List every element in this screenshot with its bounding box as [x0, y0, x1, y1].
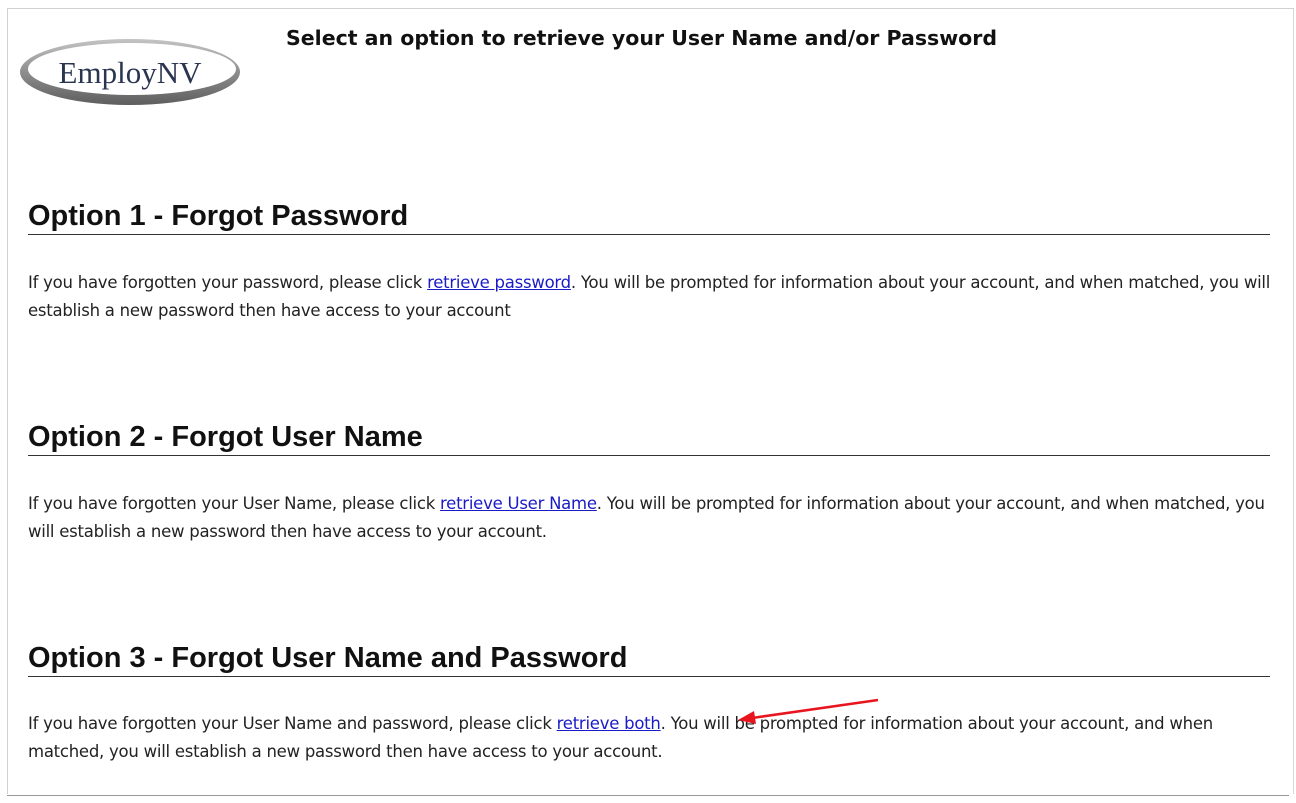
section-text-option-1: If you have forgotten your password, ple…: [28, 269, 1273, 325]
section-heading-option-3: Option 3 - Forgot User Name and Password: [28, 640, 1270, 677]
logo-text: EmployNV: [59, 55, 203, 90]
page-title: Select an option to retrieve your User N…: [286, 26, 998, 50]
section-3-text-before: If you have forgotten your User Name and…: [28, 714, 557, 733]
section-text-option-3: If you have forgotten your User Name and…: [28, 710, 1273, 766]
red-arrow-annotation: [738, 698, 879, 724]
bottom-divider: [7, 795, 1289, 796]
retrieve-password-link[interactable]: retrieve password: [427, 273, 571, 292]
section-heading-option-1: Option 1 - Forgot Password: [28, 198, 1270, 235]
retrieve-user-name-link[interactable]: retrieve User Name: [440, 494, 597, 513]
arrow-head-icon: [738, 711, 756, 724]
employnv-logo[interactable]: EmployNV: [18, 36, 244, 108]
retrieve-both-link[interactable]: retrieve both: [557, 714, 661, 733]
section-2-text-before: If you have forgotten your User Name, pl…: [28, 494, 441, 513]
section-heading-option-2: Option 2 - Forgot User Name: [28, 419, 1270, 456]
section-text-option-2: If you have forgotten your User Name, pl…: [28, 490, 1273, 546]
section-1-text-before: If you have forgotten your password, ple…: [28, 273, 428, 292]
arrow-shaft: [751, 698, 879, 720]
